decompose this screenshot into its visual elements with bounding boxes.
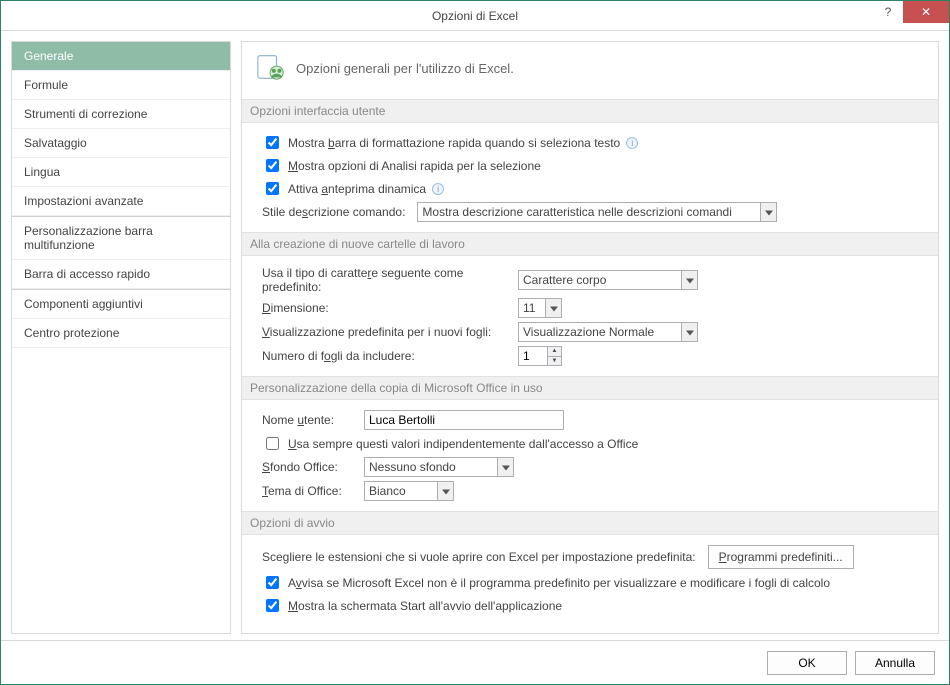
- row-office-background: Sfondo Office: Nessuno sfondo: [262, 457, 924, 477]
- spin-down-icon[interactable]: ▼: [548, 357, 561, 366]
- spinner-sheet-count[interactable]: ▲ ▼: [518, 346, 562, 366]
- dialog-body: Generale Formule Strumenti di correzione…: [1, 31, 949, 640]
- titlebar: Opzioni di Excel ? ✕: [1, 1, 949, 31]
- row-default-programs: Scegliere le estensioni che si vuole apr…: [262, 545, 924, 569]
- section-title-startup: Opzioni di avvio: [242, 511, 938, 535]
- info-icon[interactable]: i: [432, 183, 444, 195]
- row-tooltip-style: Stile descrizione comando: Mostra descri…: [262, 202, 924, 222]
- spin-up-icon[interactable]: ▲: [548, 347, 561, 357]
- chevron-down-icon: [760, 203, 776, 221]
- label-warn-default: Avvisa se Microsoft Excel non è il progr…: [288, 576, 830, 590]
- cancel-button[interactable]: Annulla: [855, 651, 935, 675]
- help-button[interactable]: ?: [873, 1, 903, 23]
- chevron-down-icon: [545, 299, 561, 317]
- label-default-view: Visualizzazione predefinita per i nuovi …: [262, 325, 512, 339]
- chevron-down-icon: [497, 458, 513, 476]
- label-quick-analysis: Mostra opzioni di Analisi rapida per la …: [288, 159, 541, 173]
- checkbox-start-screen[interactable]: [266, 599, 279, 612]
- row-default-font: Usa il tipo di carattere seguente come p…: [262, 266, 924, 294]
- sidebar-item-salvataggio[interactable]: Salvataggio: [12, 129, 230, 158]
- row-always-use: Usa sempre questi valori indipendentemen…: [262, 434, 924, 453]
- row-live-preview: Attiva anteprima dinamica i: [262, 179, 924, 198]
- row-start-screen: Mostra la schermata Start all'avvio dell…: [262, 596, 924, 615]
- sidebar-item-lingua[interactable]: Lingua: [12, 158, 230, 187]
- label-always-use: Usa sempre questi valori indipendentemen…: [288, 437, 638, 451]
- excel-options-dialog: Opzioni di Excel ? ✕ Generale Formule St…: [0, 0, 950, 685]
- category-sidebar: Generale Formule Strumenti di correzione…: [11, 41, 231, 634]
- label-office-background: Sfondo Office:: [262, 460, 352, 474]
- checkbox-quick-analysis[interactable]: [266, 159, 279, 172]
- checkbox-always-use[interactable]: [266, 437, 279, 450]
- row-quick-analysis: Mostra opzioni di Analisi rapida per la …: [262, 156, 924, 175]
- select-font-size[interactable]: 11: [518, 298, 562, 318]
- window-title: Opzioni di Excel: [1, 9, 949, 23]
- input-username[interactable]: [364, 410, 564, 430]
- sidebar-item-personalizzazione-barra[interactable]: Personalizzazione barra multifunzione: [12, 217, 230, 260]
- section-title-ui: Opzioni interfaccia utente: [242, 99, 938, 123]
- close-button[interactable]: ✕: [903, 1, 949, 23]
- row-sheet-count: Numero di fogli da includere: ▲ ▼: [262, 346, 924, 366]
- select-default-font[interactable]: Carattere corpo: [518, 270, 698, 290]
- label-sheet-count: Numero di fogli da includere:: [262, 349, 512, 363]
- sidebar-item-impostazioni-avanzate[interactable]: Impostazioni avanzate: [12, 187, 230, 216]
- row-warn-default: Avvisa se Microsoft Excel non è il progr…: [262, 573, 924, 592]
- input-sheet-count[interactable]: [519, 347, 547, 365]
- general-options-icon: [256, 52, 286, 85]
- label-default-programs: Scegliere le estensioni che si vuole apr…: [262, 550, 696, 564]
- sidebar-item-generale[interactable]: Generale: [12, 42, 230, 71]
- chevron-down-icon: [681, 323, 697, 341]
- chevron-down-icon: [437, 482, 453, 500]
- label-username: Nome utente:: [262, 413, 352, 427]
- sidebar-item-componenti-aggiuntivi[interactable]: Componenti aggiuntivi: [12, 290, 230, 319]
- row-font-size: Dimensione: 11: [262, 298, 924, 318]
- sidebar-item-strumenti-correzione[interactable]: Strumenti di correzione: [12, 100, 230, 129]
- row-mini-toolbar: Mostra barra di formattazione rapida qua…: [262, 133, 924, 152]
- select-tooltip-style[interactable]: Mostra descrizione caratteristica nelle …: [417, 202, 777, 222]
- label-start-screen: Mostra la schermata Start all'avvio dell…: [288, 599, 562, 613]
- select-office-background[interactable]: Nessuno sfondo: [364, 457, 514, 477]
- label-default-font: Usa il tipo di carattere seguente come p…: [262, 266, 512, 294]
- checkbox-mini-toolbar[interactable]: [266, 136, 279, 149]
- checkbox-warn-default[interactable]: [266, 576, 279, 589]
- content-panel: Opzioni generali per l'utilizzo di Excel…: [241, 41, 939, 634]
- section-title-personalize: Personalizzazione della copia di Microso…: [242, 376, 938, 400]
- row-default-view: Visualizzazione predefinita per i nuovi …: [262, 322, 924, 342]
- label-mini-toolbar: Mostra barra di formattazione rapida qua…: [288, 136, 620, 150]
- label-font-size: Dimensione:: [262, 301, 512, 315]
- checkbox-live-preview[interactable]: [266, 182, 279, 195]
- label-tooltip-style: Stile descrizione comando:: [262, 205, 405, 219]
- sidebar-item-formule[interactable]: Formule: [12, 71, 230, 100]
- info-icon[interactable]: i: [626, 137, 638, 149]
- select-office-theme[interactable]: Bianco: [364, 481, 454, 501]
- row-username: Nome utente:: [262, 410, 924, 430]
- close-icon: ✕: [921, 5, 931, 19]
- sidebar-item-centro-protezione[interactable]: Centro protezione: [12, 319, 230, 348]
- default-programs-button[interactable]: Programmi predefiniti...: [708, 545, 854, 569]
- sidebar-item-barra-accesso-rapido[interactable]: Barra di accesso rapido: [12, 260, 230, 289]
- window-controls: ? ✕: [873, 1, 949, 23]
- chevron-down-icon: [681, 271, 697, 289]
- ok-button[interactable]: OK: [767, 651, 847, 675]
- select-default-view[interactable]: Visualizzazione Normale: [518, 322, 698, 342]
- page-header-text: Opzioni generali per l'utilizzo di Excel…: [296, 61, 514, 76]
- dialog-footer: OK Annulla: [1, 640, 949, 684]
- label-office-theme: Tema di Office:: [262, 484, 352, 498]
- label-live-preview: Attiva anteprima dinamica: [288, 182, 426, 196]
- page-header: Opzioni generali per l'utilizzo di Excel…: [256, 52, 924, 85]
- section-title-new-workbook: Alla creazione di nuove cartelle di lavo…: [242, 232, 938, 256]
- row-office-theme: Tema di Office: Bianco: [262, 481, 924, 501]
